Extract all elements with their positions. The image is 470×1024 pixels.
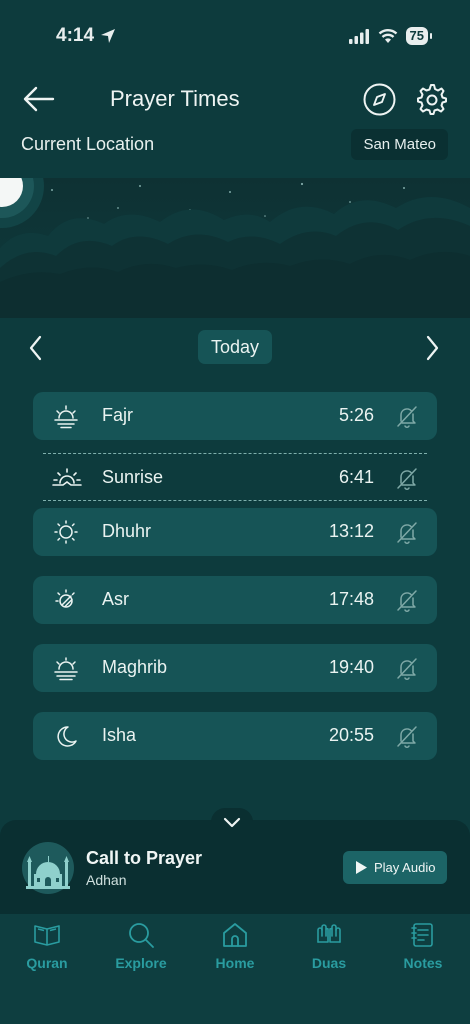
praying-hands-icon	[317, 924, 341, 943]
location-city-button[interactable]: San Mateo	[351, 129, 448, 160]
bottom-tab-bar: Quran Explore Home Duas Notes	[0, 914, 470, 1024]
fajr-icon	[54, 405, 78, 429]
tab-quran[interactable]: Quran	[12, 920, 82, 980]
maghrib-icon	[54, 657, 78, 681]
prayer-time: 19:40	[328, 657, 374, 677]
battery-indicator: 75	[405, 27, 433, 45]
bell-muted-icon[interactable]	[394, 723, 420, 749]
bell-muted-icon[interactable]	[394, 655, 420, 681]
chevron-down-icon	[223, 817, 241, 828]
tab-label: Notes	[403, 955, 443, 971]
isha-icon	[57, 726, 77, 747]
compass-icon[interactable]	[363, 83, 396, 116]
tab-label: Quran	[26, 955, 68, 971]
notes-icon	[411, 923, 433, 947]
status-time: 4:14	[56, 25, 95, 46]
bell-muted-icon[interactable]	[394, 519, 420, 545]
dhuhr-icon	[54, 520, 78, 544]
tab-home[interactable]: Home	[200, 920, 270, 980]
status-bar: 4:14 75	[0, 0, 470, 72]
day-navigation: Today	[0, 330, 470, 366]
prayer-time: 13:12	[328, 521, 374, 541]
prayer-row-asr[interactable]: Asr 17:48	[33, 576, 437, 624]
today-button[interactable]: Today	[198, 330, 272, 364]
tab-label: Explore	[115, 955, 167, 971]
play-audio-button[interactable]: Play Audio	[343, 851, 447, 884]
play-audio-label: Play Audio	[374, 860, 436, 875]
prayer-time: 17:48	[328, 589, 374, 609]
page-title: Prayer Times	[110, 86, 240, 111]
player-subtitle: Adhan	[86, 872, 127, 888]
prayer-name: Dhuhr	[102, 521, 152, 541]
quran-icon	[34, 925, 60, 946]
search-icon	[129, 923, 154, 948]
prayer-name: Asr	[102, 589, 129, 609]
prayer-name: Sunrise	[102, 467, 164, 487]
tab-label: Home	[215, 955, 255, 971]
wifi-icon	[378, 29, 397, 43]
player-title: Call to Prayer	[86, 848, 203, 868]
tab-explore[interactable]: Explore	[106, 920, 176, 980]
prayer-time: 6:41	[338, 467, 374, 487]
mosque-icon	[22, 842, 74, 894]
chevron-right-icon[interactable]	[422, 334, 442, 362]
prayer-time: 5:26	[338, 405, 374, 425]
back-arrow-icon[interactable]	[22, 84, 56, 114]
prayer-row-isha[interactable]: Isha 20:55	[33, 712, 437, 760]
gear-icon[interactable]	[415, 83, 449, 117]
location-label: Current Location	[21, 134, 155, 154]
prayer-row-sunrise[interactable]: Sunrise 6:41	[43, 453, 427, 501]
location-arrow-icon	[101, 29, 116, 43]
bell-muted-icon[interactable]	[394, 465, 420, 491]
prayer-name: Maghrib	[102, 657, 168, 677]
prayer-row-dhuhr[interactable]: Dhuhr 13:12	[33, 508, 437, 556]
prayer-row-fajr[interactable]: Fajr 5:26	[33, 392, 437, 440]
tab-duas[interactable]: Duas	[294, 920, 364, 980]
bell-muted-icon[interactable]	[394, 587, 420, 613]
app-header: Prayer Times	[0, 72, 470, 128]
asr-icon	[55, 589, 75, 608]
night-sky-illustration	[0, 178, 470, 318]
prayer-name: Isha	[102, 725, 137, 745]
location-row: Current Location San Mateo	[0, 128, 470, 162]
sunrise-icon	[52, 468, 82, 486]
chevron-left-icon[interactable]	[26, 334, 46, 362]
prayer-row-maghrib[interactable]: Maghrib 19:40	[33, 644, 437, 692]
signal-icon	[348, 29, 369, 44]
home-icon	[223, 923, 247, 947]
prayer-name: Fajr	[102, 405, 133, 425]
tab-label: Duas	[311, 955, 347, 971]
tab-notes[interactable]: Notes	[388, 920, 458, 980]
play-icon	[356, 861, 367, 874]
prayer-time: 20:55	[328, 725, 374, 745]
bell-muted-icon[interactable]	[394, 403, 420, 429]
collapse-player-button[interactable]	[211, 808, 253, 836]
